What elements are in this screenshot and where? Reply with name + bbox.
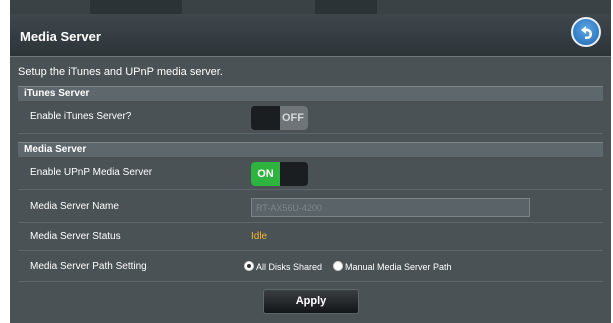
server-status-row: Media Server Status Idle — [18, 223, 603, 251]
itunes-section-title: iTunes Server — [24, 88, 90, 99]
panel-header: Media Server — [10, 14, 611, 56]
itunes-section-header: iTunes Server — [18, 86, 603, 101]
top-tab[interactable] — [315, 0, 377, 14]
media-server-panel: Media Server Setup the iTunes and UPnP m… — [10, 0, 611, 323]
server-name-label: Media Server Name — [30, 201, 119, 212]
server-name-input[interactable] — [251, 198, 530, 217]
itunes-enable-row: Enable iTunes Server? OFF — [18, 101, 603, 134]
path-manual-radio[interactable] — [333, 261, 343, 271]
itunes-toggle[interactable]: OFF — [251, 106, 308, 130]
server-path-label: Media Server Path Setting — [30, 261, 147, 272]
intro-text: Setup the iTunes and UPnP media server. — [18, 66, 223, 78]
apply-button[interactable]: Apply — [263, 289, 359, 314]
server-status-value: Idle — [251, 231, 268, 242]
itunes-toggle-state: OFF — [278, 106, 308, 130]
server-path-row: Media Server Path Setting All Disks Shar… — [18, 251, 603, 282]
toggle-knob — [282, 162, 308, 186]
media-section-title: Media Server — [24, 144, 87, 155]
upnp-toggle[interactable]: ON — [251, 162, 308, 186]
header-divider — [10, 56, 611, 57]
path-manual-label: Manual Media Server Path — [345, 262, 452, 272]
top-tab[interactable] — [90, 0, 182, 14]
page-title: Media Server — [20, 29, 101, 44]
upnp-enable-row: Enable UPnP Media Server ON — [18, 157, 603, 190]
upnp-enable-label: Enable UPnP Media Server — [30, 167, 153, 178]
server-name-row: Media Server Name — [18, 190, 603, 223]
back-button[interactable] — [571, 17, 601, 47]
media-section-header: Media Server — [18, 142, 603, 157]
upnp-toggle-state: ON — [251, 162, 280, 186]
server-status-label: Media Server Status — [30, 231, 121, 242]
back-arrow-icon — [581, 26, 592, 39]
path-all-disks-radio[interactable] — [244, 261, 254, 271]
toggle-knob — [251, 106, 280, 130]
path-all-disks-label: All Disks Shared — [256, 262, 323, 272]
itunes-enable-label: Enable iTunes Server? — [30, 111, 132, 122]
top-tab-strip — [10, 0, 611, 14]
